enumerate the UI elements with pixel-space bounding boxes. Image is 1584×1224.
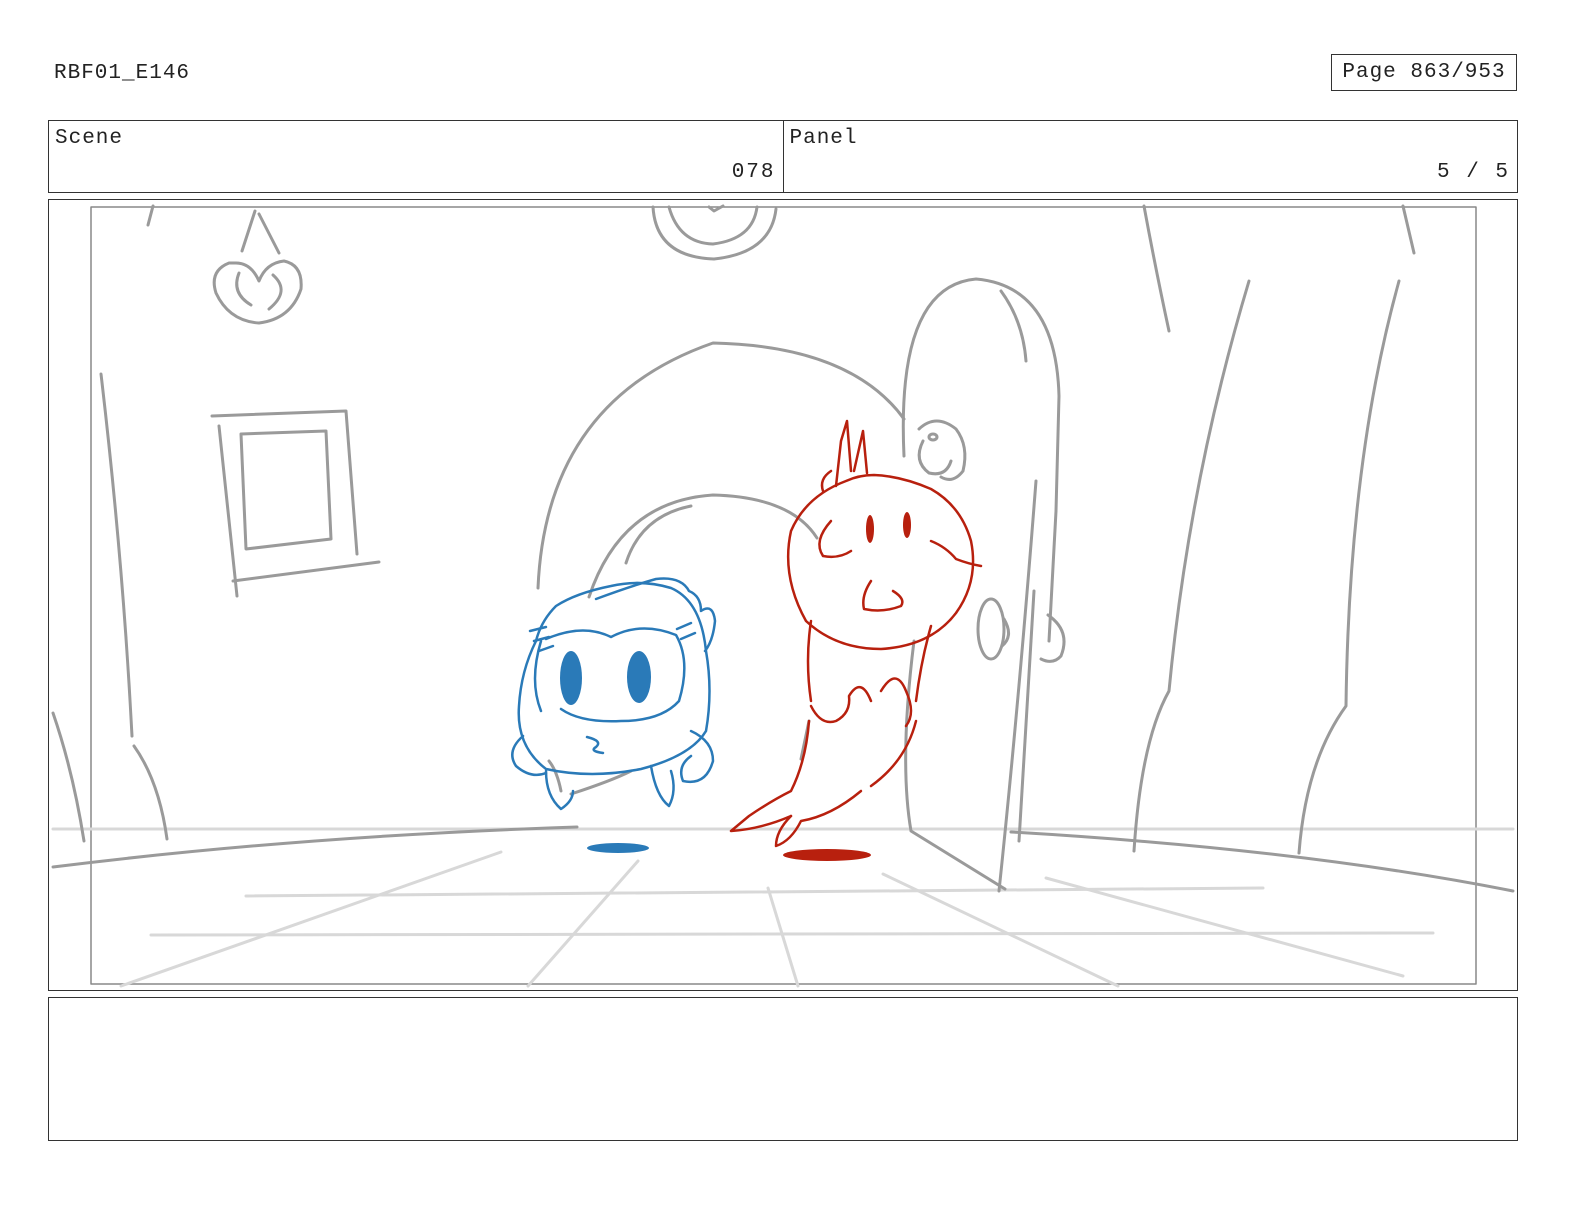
scene-number: 078 [731,161,776,184]
document-id: RBF01_E146 [54,62,191,85]
scene-cell: Scene 078 [49,121,783,192]
blue-character [511,577,717,811]
red-character-features [783,512,911,861]
scene-panel-info: Scene 078 Panel 5 / 5 [48,120,1518,193]
safe-area-frame [90,206,1477,985]
panel-number: 5 / 5 [1436,161,1510,184]
panel-label: Panel [789,127,858,150]
floor-tiles [51,827,1515,988]
blue-character-features [560,651,651,853]
page-number: Page 863/953 [1331,54,1517,91]
red-character [729,419,983,848]
panel-notes [48,997,1518,1141]
storyboard-panel [48,199,1518,991]
panel-cell: Panel 5 / 5 [782,121,1518,192]
storyboard-sketch [51,204,1515,988]
scene-label: Scene [55,127,124,150]
room-background [51,204,1515,893]
